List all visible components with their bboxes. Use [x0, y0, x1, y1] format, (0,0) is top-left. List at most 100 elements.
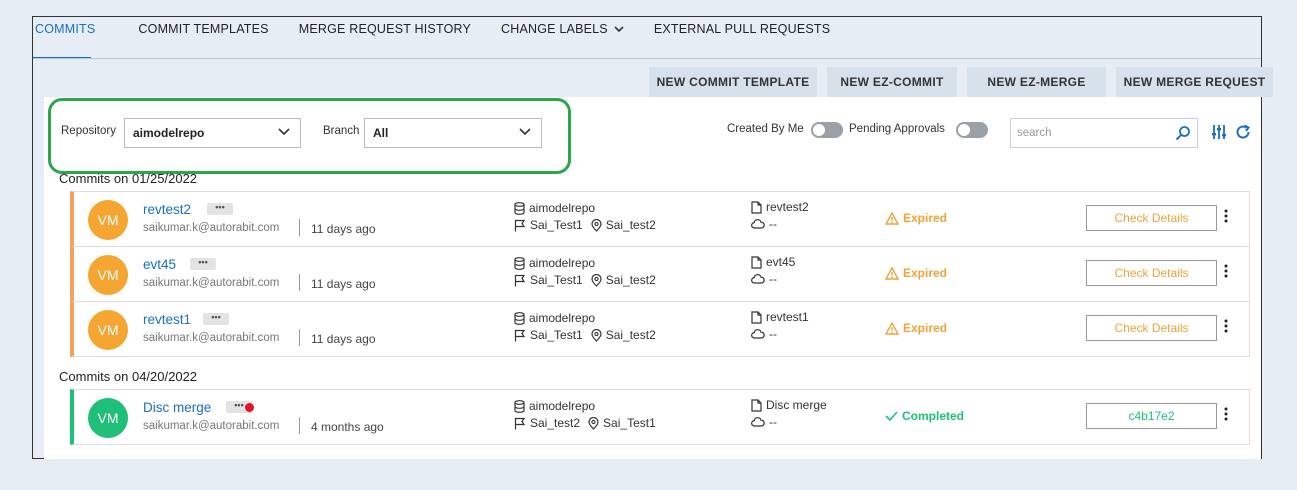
- commit-name-link[interactable]: evt45: [143, 257, 176, 272]
- branch-info: Sai_test2 Sai_Test1: [514, 416, 656, 430]
- notification-dot: [245, 403, 254, 412]
- file-icon: [751, 398, 762, 412]
- refresh-icon[interactable]: [1234, 123, 1252, 141]
- kebab-menu-icon[interactable]: [1224, 407, 1228, 421]
- status-badge: Expired: [885, 266, 947, 280]
- group-label: Commits on 01/25/2022: [59, 171, 198, 186]
- author-email: saikumar.k@autorabit.com: [143, 332, 280, 344]
- avatar: VM: [88, 200, 128, 240]
- cloud-value: --: [769, 327, 777, 341]
- branch-info: Sai_Test1 Sai_test2: [514, 328, 656, 342]
- cloud-value: --: [769, 272, 777, 286]
- separator: [299, 219, 300, 236]
- filter-settings-icon[interactable]: [1211, 124, 1227, 140]
- tab-label: CHANGE LABELS: [501, 22, 608, 36]
- branch-info: Sai_Test1 Sai_test2: [514, 218, 656, 232]
- commit-hash-button[interactable]: c4b17e2: [1086, 403, 1217, 429]
- chevron-down-icon: [614, 26, 624, 33]
- created-by-me-label: Created By Me: [727, 123, 804, 135]
- kebab-menu-icon[interactable]: [1224, 319, 1228, 333]
- flag-icon: [514, 417, 526, 429]
- repo-name: aimodelrepo: [529, 201, 596, 215]
- pending-approvals-toggle[interactable]: [956, 122, 988, 138]
- file-info: revtest1: [751, 310, 809, 324]
- cloud-icon: [751, 274, 765, 284]
- repository-label: Repository: [61, 125, 116, 137]
- tab-commits[interactable]: COMMITS: [33, 17, 123, 59]
- location-pin-icon: [588, 416, 599, 430]
- cloud-icon: [751, 417, 765, 427]
- commit-name-link[interactable]: revtest2: [143, 202, 191, 217]
- database-icon: [514, 399, 525, 413]
- separator: [299, 329, 300, 346]
- flag-icon: [514, 219, 526, 231]
- more-dots-button[interactable]: •••: [190, 258, 216, 270]
- database-icon: [514, 201, 525, 215]
- flag-icon: [514, 274, 526, 286]
- repository-select[interactable]: aimodelrepo: [124, 118, 301, 148]
- target-branch: Sai_test2: [605, 218, 656, 232]
- commit-name-link[interactable]: Disc merge: [143, 400, 211, 415]
- location-pin-icon: [591, 273, 602, 287]
- source-branch: Sai_Test1: [530, 218, 583, 232]
- separator: [299, 274, 300, 291]
- kebab-menu-icon[interactable]: [1224, 209, 1228, 223]
- commits-page: COMMITS COMMIT TEMPLATES MERGE REQUEST H…: [32, 16, 1273, 459]
- status-badge: Expired: [885, 321, 947, 335]
- commit-age: 11 days ago: [311, 332, 376, 346]
- status-text: Expired: [903, 266, 948, 280]
- cloud-value: --: [769, 415, 777, 429]
- action-buttons: NEW COMMIT TEMPLATE NEW EZ-COMMIT NEW EZ…: [649, 67, 1273, 97]
- avatar: VM: [88, 310, 128, 350]
- tab-label: MERGE REQUEST HISTORY: [298, 22, 472, 36]
- new-merge-request-button[interactable]: NEW MERGE REQUEST: [1116, 67, 1273, 97]
- status-text: Expired: [903, 211, 948, 225]
- tab-external-pull-requests[interactable]: EXTERNAL PULL REQUESTS: [639, 17, 845, 59]
- commit-card: VM evt45 ••• saikumar.k@autorabit.com 11…: [70, 246, 1250, 302]
- kebab-menu-icon[interactable]: [1224, 264, 1228, 278]
- new-ez-commit-button[interactable]: NEW EZ-COMMIT: [827, 67, 957, 97]
- tab-commit-templates[interactable]: COMMIT TEMPLATES: [123, 17, 283, 59]
- new-ez-merge-button[interactable]: NEW EZ-MERGE: [967, 67, 1106, 97]
- tab-merge-request-history[interactable]: MERGE REQUEST HISTORY: [284, 17, 486, 59]
- search-input[interactable]: search: [1010, 118, 1198, 148]
- repo-name: aimodelrepo: [529, 399, 596, 413]
- branch-value: All: [373, 126, 389, 140]
- new-commit-template-button[interactable]: NEW COMMIT TEMPLATE: [649, 67, 817, 97]
- commits-panel: Repository aimodelrepo Branch All Create…: [44, 97, 1261, 459]
- more-dots-button[interactable]: •••: [203, 313, 229, 325]
- cloud-value: --: [769, 217, 777, 231]
- source-branch: Sai_Test1: [530, 328, 583, 342]
- check-details-button[interactable]: Check Details: [1086, 260, 1217, 286]
- commit-card: VM revtest2 ••• saikumar.k@autorabit.com…: [70, 191, 1250, 247]
- group-label: Commits on 04/20/2022: [59, 369, 198, 384]
- check-details-button[interactable]: Check Details: [1086, 315, 1217, 341]
- more-dots-button[interactable]: •••: [207, 203, 233, 215]
- file-info: evt45: [751, 255, 795, 269]
- check-details-button[interactable]: Check Details: [1086, 205, 1217, 231]
- tab-label: EXTERNAL PULL REQUESTS: [653, 22, 831, 36]
- pending-approvals-label: Pending Approvals: [849, 123, 945, 135]
- commit-name-link[interactable]: revtest1: [143, 312, 191, 327]
- warning-icon: [885, 321, 899, 335]
- file-icon: [751, 200, 762, 214]
- cloud-info: --: [751, 415, 777, 429]
- tab-bar: COMMITS COMMIT TEMPLATES MERGE REQUEST H…: [33, 17, 845, 59]
- flag-icon: [514, 329, 526, 341]
- commit-age: 11 days ago: [311, 222, 376, 236]
- database-icon: [514, 256, 525, 270]
- file-icon: [751, 310, 762, 324]
- search-placeholder: search: [1017, 127, 1052, 139]
- cloud-info: --: [751, 327, 777, 341]
- repo-name: aimodelrepo: [529, 311, 596, 325]
- location-pin-icon: [591, 218, 602, 232]
- author-email: saikumar.k@autorabit.com: [143, 222, 280, 234]
- tab-label: COMMITS: [35, 22, 96, 36]
- branch-select[interactable]: All: [364, 118, 542, 148]
- tab-change-labels[interactable]: CHANGE LABELS: [486, 17, 639, 59]
- search-icon[interactable]: [1175, 125, 1191, 141]
- repo-info: aimodelrepo: [514, 201, 595, 215]
- created-by-me-toggle[interactable]: [811, 122, 843, 138]
- warning-icon: [885, 211, 899, 225]
- branch-label: Branch: [323, 125, 360, 137]
